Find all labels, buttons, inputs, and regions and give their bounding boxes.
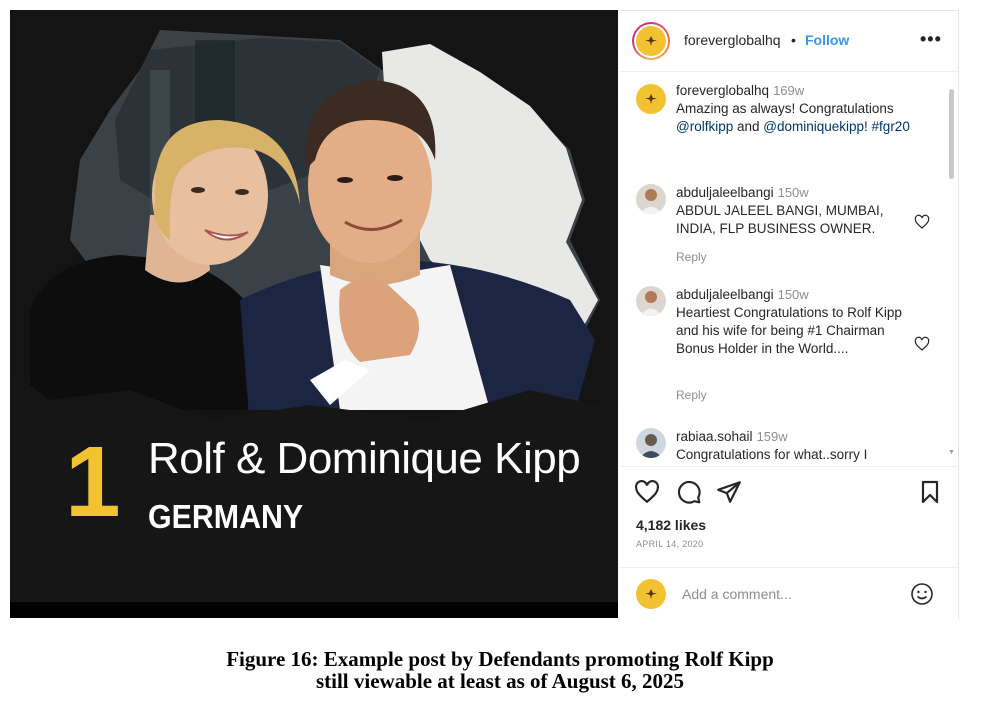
reply-button[interactable]: Reply — [676, 388, 707, 402]
more-options-icon[interactable]: ••• — [920, 29, 942, 50]
rank-number: 1 — [65, 426, 121, 538]
post-actions: 4,182 likes APRIL 14, 2020 — [620, 466, 958, 567]
comment-text: ABDUL JALEEL BANGI, MUMBAI, INDIA, FLP B… — [676, 203, 884, 236]
profile-avatar[interactable] — [632, 22, 670, 60]
commenter-avatar[interactable] — [636, 286, 666, 316]
post-side-panel: foreverglobalhq • Follow ••• foreverglob… — [620, 10, 959, 619]
comments-list[interactable]: foreverglobalhq 169w Amazing as always! C… — [620, 72, 958, 464]
comment-username[interactable]: foreverglobalhq — [676, 83, 769, 98]
post-date: APRIL 14, 2020 — [636, 539, 704, 549]
header-username[interactable]: foreverglobalhq — [684, 32, 781, 48]
bookmark-icon[interactable] — [918, 479, 942, 505]
figure-caption: Figure 16: Example post by Defendants pr… — [0, 648, 1000, 692]
comment-body: abduljaleelbangi 150w ABDUL JALEEL BANGI,… — [676, 184, 916, 238]
share-plane-icon[interactable] — [716, 479, 742, 505]
comment-time: 150w — [777, 287, 809, 302]
commenter-avatar[interactable] — [636, 428, 666, 458]
add-comment-input[interactable]: Add a comment... — [682, 586, 792, 602]
post-header: foreverglobalhq • Follow ••• — [620, 11, 958, 72]
comment-text: Heartiest Congratulations to Rolf Kipp a… — [676, 305, 902, 356]
comment-username[interactable]: abduljaleelbangi — [676, 185, 774, 200]
reply-button[interactable]: Reply — [676, 250, 707, 264]
comment-time: 150w — [777, 185, 809, 200]
mention-link[interactable]: @rolfkipp — [676, 119, 733, 134]
comments-scrollbar[interactable] — [949, 89, 954, 179]
comment-username[interactable]: rabiaa.sohail — [676, 429, 753, 444]
comment-username[interactable]: abduljaleelbangi — [676, 287, 774, 302]
heart-icon[interactable] — [634, 479, 660, 505]
honoree-name: Rolf & Dominique Kipp — [148, 434, 581, 483]
photo-bottom-bar — [10, 602, 618, 618]
scroll-down-arrow-icon[interactable]: ▼ — [948, 449, 955, 456]
follow-button[interactable]: Follow — [805, 32, 849, 48]
comment-text: Amazing as always! Congratulations — [676, 101, 894, 116]
comment-body: abduljaleelbangi 150w Heartiest Congratul… — [676, 286, 916, 358]
caption-line-1: Figure 16: Example post by Defendants pr… — [226, 647, 774, 671]
heart-icon[interactable] — [914, 336, 930, 352]
comment-text: Congratulations for what..sorry I — [676, 447, 868, 462]
comment-bubble-icon[interactable] — [676, 479, 702, 505]
emoji-smile-icon[interactable] — [910, 582, 934, 606]
forever-logo-icon — [636, 579, 666, 609]
forever-logo-icon — [636, 26, 666, 56]
comment-time: 159w — [756, 429, 788, 444]
forever-logo-icon[interactable] — [636, 84, 666, 114]
commenter-avatar[interactable] — [636, 184, 666, 214]
honoree-country: GERMANY — [148, 498, 304, 535]
comment-body: rabiaa.sohail 159w Congratulations for wh… — [676, 428, 916, 464]
header-separator: • — [791, 32, 796, 48]
comment-text: and — [733, 119, 764, 134]
likes-count[interactable]: 4,182 likes — [636, 517, 706, 533]
hashtag-link[interactable]: #fgr20 — [872, 119, 910, 134]
heart-icon[interactable] — [914, 214, 930, 230]
comment-time: 169w — [773, 83, 805, 98]
comment-body: foreverglobalhq 169w Amazing as always! C… — [676, 82, 916, 136]
caption-line-2: still viewable at least as of August 6, … — [315, 669, 685, 693]
post-photo[interactable]: 1 Rolf & Dominique Kipp GERMANY — [10, 10, 618, 618]
mention-link[interactable]: @dominiquekipp! — [763, 119, 868, 134]
add-comment-bar: Add a comment... — [620, 567, 958, 620]
